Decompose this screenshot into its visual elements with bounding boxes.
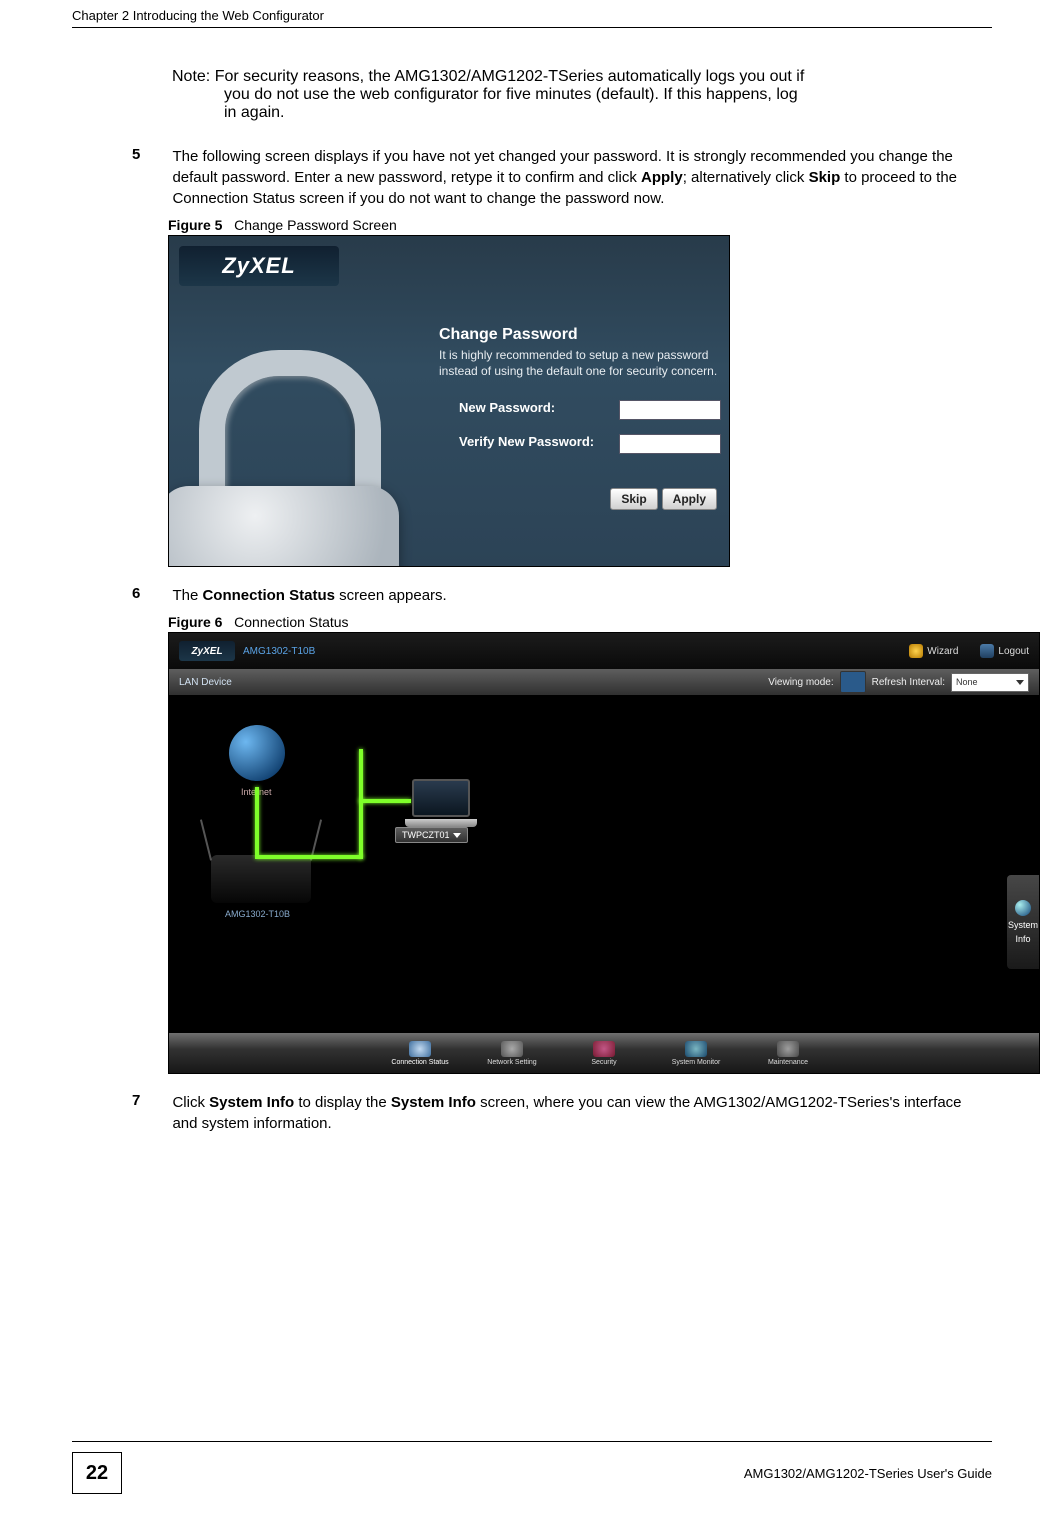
step-5: 5 The following screen displays if you h… (132, 146, 992, 209)
router-icon (211, 855, 311, 903)
zyxel-logo-small: ZyXEL (179, 641, 235, 661)
system-info-label2: Info (1015, 934, 1030, 944)
note-text-line3: in again. (172, 104, 992, 122)
step6-fragment2: screen appears. (335, 587, 447, 604)
note-text-line2: you do not use the web configurator for … (172, 86, 992, 104)
step5-apply-bold: Apply (641, 169, 683, 186)
topology-line (255, 855, 363, 859)
verify-password-label: Verify New Password: (459, 434, 594, 449)
change-password-subtext: It is highly recommended to setup a new … (439, 348, 719, 379)
step5-skip-bold: Skip (809, 169, 841, 186)
guide-title: AMG1302/AMG1202-TSeries User's Guide (744, 1466, 992, 1481)
nav-sec-label: Security (591, 1059, 616, 1066)
logout-link[interactable]: Logout (980, 644, 1029, 658)
step-7: 7 Click System Info to display the Syste… (132, 1092, 992, 1134)
step-5-text: The following screen displays if you hav… (172, 146, 972, 209)
step7-sysinfo1-bold: System Info (209, 1094, 294, 1111)
system-info-icon (1015, 900, 1031, 916)
zyxel-logo: ZyXEL (179, 246, 339, 286)
figure6-caption: Figure 6 Connection Status (168, 614, 992, 630)
step-6-number: 6 (132, 585, 168, 602)
wizard-link[interactable]: Wizard (909, 644, 958, 658)
note-block: Note: For security reasons, the AMG1302/… (172, 68, 992, 122)
logout-label: Logout (998, 646, 1029, 657)
wizard-icon (909, 644, 923, 658)
refresh-interval-label: Refresh Interval: (872, 677, 945, 688)
skip-button[interactable]: Skip (610, 488, 657, 510)
new-password-label: New Password: (459, 400, 555, 415)
nav-mnt-label: Maintenance (768, 1059, 808, 1066)
wizard-label: Wizard (927, 646, 958, 657)
figure6-prefix: Figure 6 (168, 614, 222, 630)
topology-line (255, 787, 259, 855)
step-6: 6 The Connection Status screen appears. (132, 585, 992, 606)
logout-icon (980, 644, 994, 658)
viewing-mode-icon[interactable] (840, 671, 866, 693)
zyxel-logo-small-text: ZyXEL (191, 646, 222, 657)
top-bar: ZyXEL AMG1302-T10B Wizard Logout (169, 633, 1039, 669)
step7-fragment1: Click (172, 1094, 209, 1111)
topology-line (359, 799, 411, 803)
step-7-number: 7 (132, 1092, 168, 1109)
nav-maintenance[interactable]: Maintenance (747, 1041, 829, 1066)
figure5-title: Change Password Screen (234, 217, 397, 233)
zyxel-logo-text: ZyXEL (222, 253, 295, 279)
internet-globe-icon (229, 725, 285, 781)
page-footer: 22 AMG1302/AMG1202-TSeries User's Guide (72, 1441, 992, 1494)
step5-fragment2: ; alternatively click (683, 169, 809, 186)
system-monitor-icon (685, 1041, 707, 1057)
chevron-down-icon (453, 833, 461, 838)
security-icon (593, 1041, 615, 1057)
laptop-hostname-tag[interactable]: TWPCZT01 (395, 827, 468, 843)
connection-status-icon (409, 1041, 431, 1057)
bottom-nav: Connection Status Network Setting Securi… (169, 1033, 1039, 1073)
page-number: 22 (72, 1452, 122, 1494)
step7-fragment2: to display the (294, 1094, 391, 1111)
step-6-text: The Connection Status screen appears. (172, 585, 972, 606)
nav-mon-label: System Monitor (672, 1059, 721, 1066)
viewing-mode-label: Viewing mode: (768, 677, 833, 688)
maintenance-icon (777, 1041, 799, 1057)
step6-fragment1: The (172, 587, 202, 604)
change-password-screenshot: ZyXEL Change Password It is highly recom… (168, 235, 730, 567)
chapter-title: Chapter 2 Introducing the Web Configurat… (72, 8, 324, 23)
refresh-interval-select[interactable]: None (951, 673, 1029, 692)
new-password-field[interactable] (619, 400, 721, 420)
nav-system-monitor[interactable]: System Monitor (655, 1041, 737, 1066)
verify-password-field[interactable] (619, 434, 721, 454)
sub-bar: LAN Device Viewing mode: Refresh Interva… (169, 669, 1039, 695)
router-label: AMG1302-T10B (225, 909, 290, 919)
system-info-side-tab[interactable]: System Info (1007, 875, 1039, 969)
step-7-text: Click System Info to display the System … (172, 1092, 972, 1134)
model-label: AMG1302-T10B (243, 646, 315, 657)
laptop-hostname-label: TWPCZT01 (402, 830, 450, 840)
connection-status-screenshot: ZyXEL AMG1302-T10B Wizard Logout LAN Dev… (168, 632, 1040, 1074)
figure6-title: Connection Status (234, 614, 348, 630)
note-text-line1: For security reasons, the AMG1302/AMG120… (215, 68, 805, 85)
nav-conn-label: Connection Status (391, 1059, 448, 1066)
step7-sysinfo2-bold: System Info (391, 1094, 476, 1111)
topology-line (359, 749, 363, 859)
topology-canvas: Internet AMG1302-T10B TWPCZT01 System (169, 695, 1039, 1033)
apply-button[interactable]: Apply (662, 488, 717, 510)
system-info-label1: System (1008, 920, 1038, 930)
note-prefix: Note: (172, 68, 210, 85)
nav-security[interactable]: Security (563, 1041, 645, 1066)
figure5-prefix: Figure 5 (168, 217, 222, 233)
network-setting-icon (501, 1041, 523, 1057)
step6-conn-status-bold: Connection Status (202, 587, 335, 604)
nav-net-label: Network Setting (487, 1059, 536, 1066)
nav-connection-status[interactable]: Connection Status (379, 1041, 461, 1066)
nav-network-setting[interactable]: Network Setting (471, 1041, 553, 1066)
figure5-caption: Figure 5 Change Password Screen (168, 217, 992, 233)
change-password-heading: Change Password (439, 326, 578, 344)
page-header: Chapter 2 Introducing the Web Configurat… (72, 0, 992, 28)
chevron-down-icon (1016, 680, 1024, 685)
lan-device-label: LAN Device (179, 677, 232, 688)
step-5-number: 5 (132, 146, 168, 163)
laptop-icon (405, 779, 477, 823)
refresh-interval-value: None (956, 677, 978, 687)
